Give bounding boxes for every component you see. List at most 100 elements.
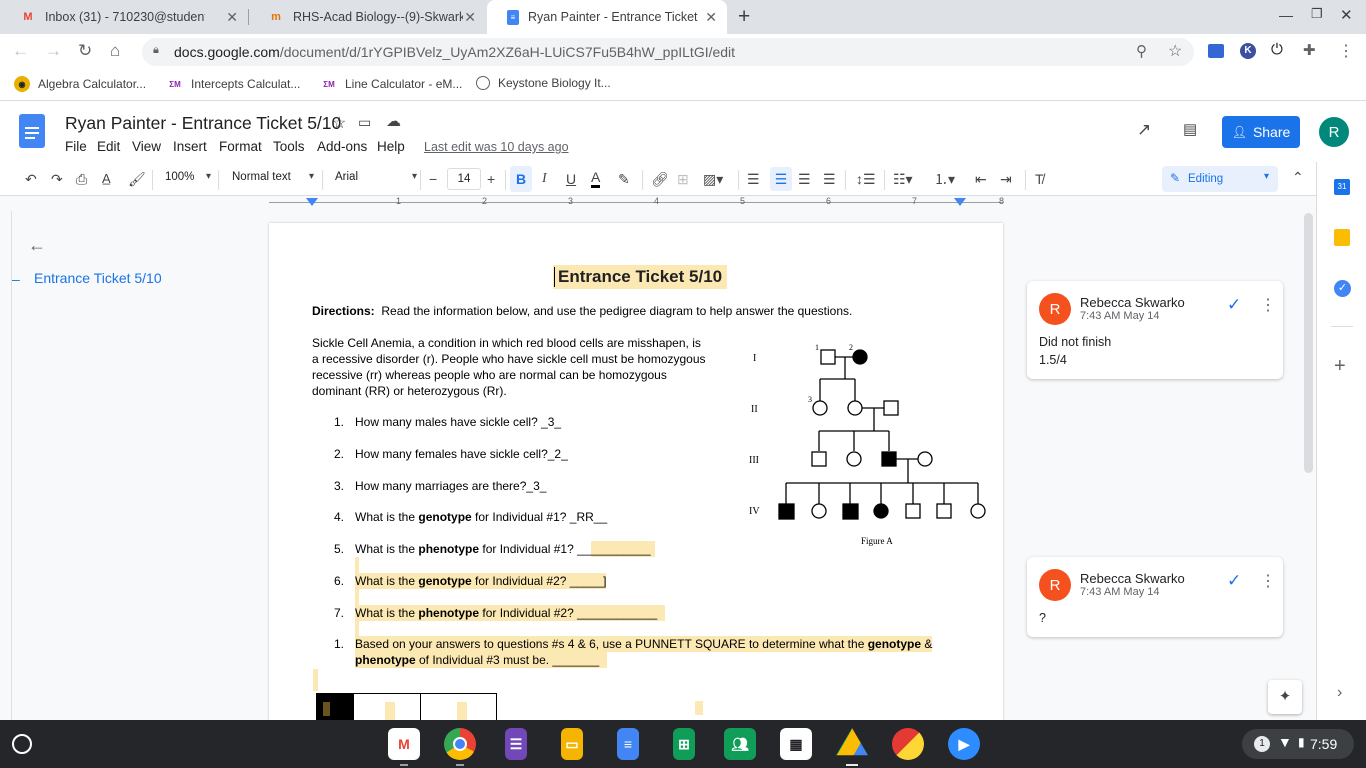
- bookmark-line-calc[interactable]: ΣM Line Calculator - eM...: [321, 76, 462, 92]
- checklist-icon[interactable]: ☷▾: [893, 170, 913, 188]
- style-select[interactable]: Normal text: [232, 171, 314, 183]
- url-bar[interactable]: 🔒︎ docs.google.com/document/d/1rYGPIBVel…: [142, 38, 1194, 66]
- bold-icon[interactable]: B: [510, 166, 532, 192]
- clear-formatting-icon[interactable]: T̸: [1035, 170, 1044, 188]
- zoom-search-icon[interactable]: ⚲: [1136, 42, 1147, 60]
- increase-font-size-icon[interactable]: +: [487, 170, 495, 188]
- font-select[interactable]: Arial: [335, 171, 417, 183]
- move-folder-icon[interactable]: ▭: [358, 114, 371, 131]
- extension-power-icon[interactable]: ⏻: [1271, 41, 1283, 58]
- reload-icon[interactable]: ↻: [78, 41, 92, 61]
- gmail-app-icon[interactable]: M: [388, 728, 420, 760]
- underline-icon[interactable]: U: [566, 170, 576, 188]
- font-size-input[interactable]: 14: [447, 168, 481, 190]
- menu-file[interactable]: File: [65, 139, 87, 154]
- resolve-check-icon[interactable]: ✓: [1227, 571, 1241, 591]
- menu-tools[interactable]: Tools: [273, 139, 305, 154]
- punnett-square[interactable]: [316, 693, 497, 720]
- add-comment-icon[interactable]: ⊞: [677, 170, 689, 188]
- browser-menu-icon[interactable]: ⋮: [1338, 41, 1354, 61]
- insert-link-icon[interactable]: 🔗︎: [651, 170, 669, 188]
- undo-icon[interactable]: ↶: [25, 170, 37, 188]
- editing-mode-select[interactable]: ✎ Editing ▾: [1162, 166, 1278, 192]
- docs-logo-icon[interactable]: [19, 114, 45, 148]
- menu-addons[interactable]: Add-ons: [317, 139, 367, 154]
- highlight-color-icon[interactable]: ✎: [618, 170, 630, 188]
- align-left-icon[interactable]: ☰: [747, 170, 760, 188]
- add-addon-icon[interactable]: +: [1334, 355, 1346, 378]
- collapse-toolbar-icon[interactable]: ⌃: [1292, 168, 1304, 186]
- app-icon[interactable]: [892, 728, 924, 760]
- extensions-puzzle-icon[interactable]: ✚: [1303, 41, 1316, 59]
- align-right-icon[interactable]: ☰: [798, 170, 811, 188]
- calendar-icon[interactable]: 31: [1334, 179, 1350, 195]
- explore-icon[interactable]: ✦: [1268, 680, 1302, 714]
- bookmark-keystone[interactable]: Keystone Biology It...: [476, 76, 611, 90]
- star-icon[interactable]: ☆: [332, 113, 346, 133]
- forward-icon[interactable]: →: [45, 41, 62, 61]
- chrome-app-icon[interactable]: [444, 728, 476, 760]
- print-icon[interactable]: ⎙: [76, 170, 87, 188]
- tab-docs-active[interactable]: ≡ Ryan Painter - Entrance Ticket 5/ ✕: [487, 0, 727, 34]
- close-tab-icon[interactable]: ✕: [464, 9, 476, 26]
- bookmark-star-icon[interactable]: ☆: [1168, 41, 1182, 61]
- share-button[interactable]: 👤︎ Share: [1222, 116, 1300, 148]
- close-tab-icon[interactable]: ✕: [705, 9, 717, 26]
- insert-image-icon[interactable]: ▨▾: [703, 170, 723, 188]
- more-options-icon[interactable]: ⋮: [1260, 295, 1276, 315]
- maximize-icon[interactable]: ❐: [1311, 6, 1323, 22]
- outline-item[interactable]: Entrance Ticket 5/10: [34, 270, 162, 286]
- paint-format-icon[interactable]: 🖌︎: [128, 170, 146, 188]
- menu-format[interactable]: Format: [219, 139, 262, 154]
- zoom-select[interactable]: 100%: [165, 171, 211, 183]
- increase-indent-icon[interactable]: ⇥: [1000, 170, 1012, 188]
- resolve-check-icon[interactable]: ✓: [1227, 295, 1241, 315]
- cloud-status-icon[interactable]: ☁: [386, 112, 401, 130]
- last-edit-link[interactable]: Last edit was 10 days ago: [424, 140, 569, 154]
- line-spacing-icon[interactable]: ↕☰: [856, 170, 876, 188]
- extension-meet-icon[interactable]: [1208, 44, 1224, 58]
- more-options-icon[interactable]: ⋮: [1260, 571, 1276, 591]
- document-page[interactable]: Entrance Ticket 5/10 Directions: Read th…: [269, 223, 1003, 720]
- justify-icon[interactable]: ☰: [823, 170, 836, 188]
- align-center-icon[interactable]: ☰: [770, 167, 792, 191]
- comment-history-icon[interactable]: ▤: [1183, 120, 1197, 138]
- classroom-app-icon[interactable]: 👥︎: [724, 728, 756, 760]
- menu-insert[interactable]: Insert: [173, 139, 207, 154]
- sheets-app-icon[interactable]: ⊞: [673, 728, 695, 760]
- close-window-icon[interactable]: ✕: [1340, 6, 1353, 24]
- close-tab-icon[interactable]: ✕: [226, 9, 238, 26]
- zoom-app-icon[interactable]: ▶: [948, 728, 980, 760]
- forms-app-icon[interactable]: ☰: [505, 728, 527, 760]
- right-indent-marker[interactable]: [954, 198, 966, 206]
- expand-panel-icon[interactable]: ›: [1337, 684, 1342, 702]
- text-color-icon[interactable]: A: [591, 170, 601, 188]
- tab-schoology[interactable]: m RHS-Acad Biology--(9)-Skwarko- ✕: [248, 0, 486, 34]
- menu-help[interactable]: Help: [377, 139, 405, 154]
- italic-icon[interactable]: I: [542, 170, 547, 188]
- comment-card[interactable]: R Rebecca Skwarko 7:43 AM May 14 ✓ ⋮ ?: [1027, 557, 1283, 637]
- docs-app-icon[interactable]: ≡: [617, 728, 639, 760]
- slides-app-icon[interactable]: ▭: [561, 728, 583, 760]
- tab-gmail[interactable]: M Inbox (31) - 710230@students.r ✕: [0, 0, 248, 34]
- bookmark-intercepts[interactable]: ΣM Intercepts Calculat...: [167, 76, 300, 92]
- calculator-app-icon[interactable]: ▦: [780, 728, 812, 760]
- keep-icon[interactable]: [1334, 229, 1350, 246]
- numbered-list-icon[interactable]: ⒈▾: [934, 170, 955, 188]
- status-tray[interactable]: 1 ▼ ▮ 7:59: [1242, 729, 1354, 759]
- decrease-font-size-icon[interactable]: −: [429, 170, 437, 188]
- extension-k-icon[interactable]: K: [1240, 43, 1256, 59]
- new-tab-icon[interactable]: +: [738, 5, 750, 29]
- back-icon[interactable]: ←: [12, 41, 29, 61]
- left-indent-marker[interactable]: [306, 198, 318, 206]
- launcher-icon[interactable]: [12, 734, 32, 754]
- decrease-indent-icon[interactable]: ⇤: [975, 170, 987, 188]
- tasks-icon[interactable]: ✓: [1334, 280, 1351, 297]
- activity-trend-icon[interactable]: ↗: [1137, 120, 1151, 140]
- account-avatar[interactable]: R: [1319, 117, 1349, 147]
- minimize-icon[interactable]: —: [1279, 7, 1293, 23]
- bookmark-algebra[interactable]: ◉ Algebra Calculator...: [14, 76, 146, 92]
- menu-edit[interactable]: Edit: [97, 139, 120, 154]
- home-icon[interactable]: ⌂: [110, 41, 120, 61]
- document-title[interactable]: Ryan Painter - Entrance Ticket 5/10: [65, 113, 341, 134]
